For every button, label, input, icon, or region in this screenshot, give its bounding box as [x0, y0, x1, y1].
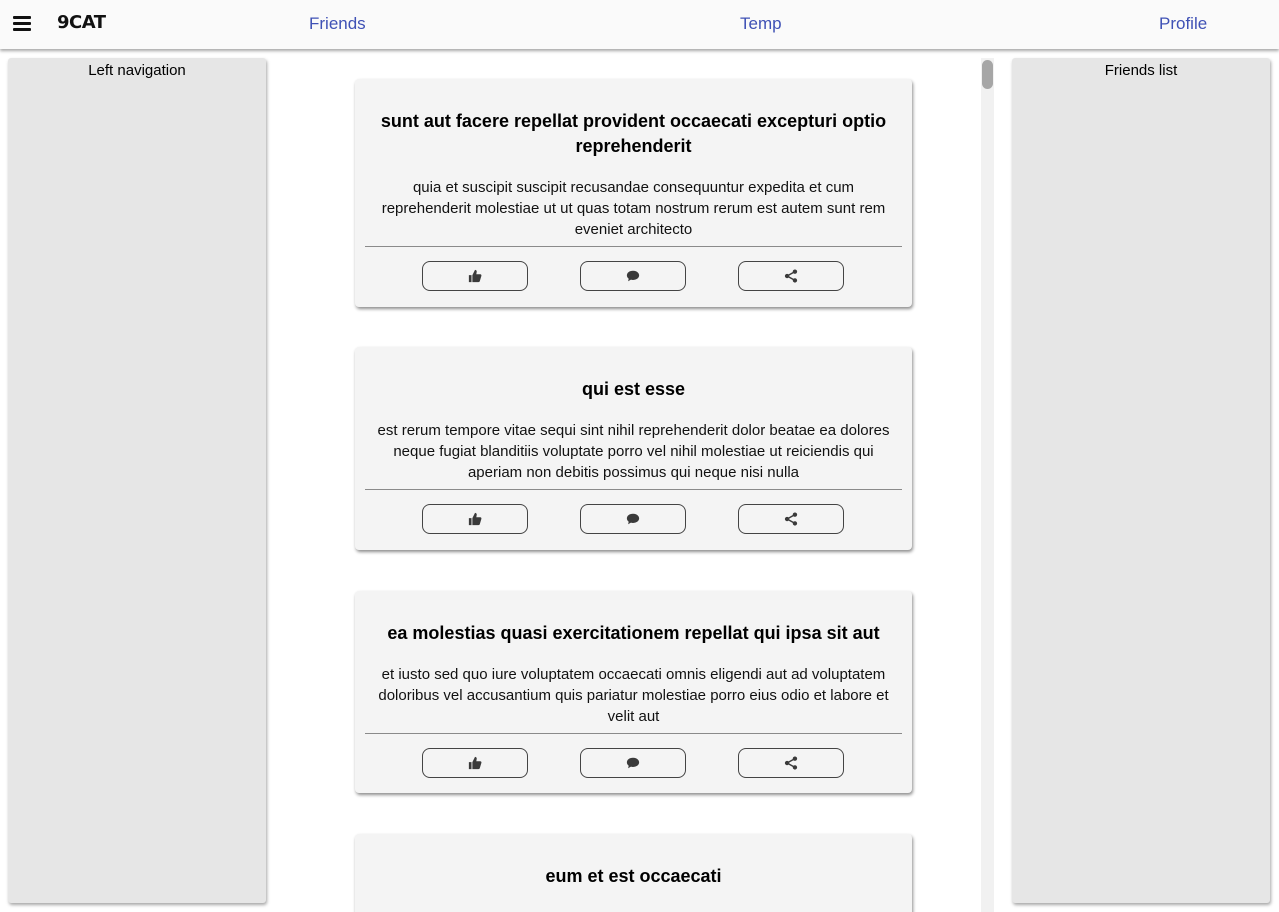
share-icon	[784, 269, 798, 283]
post-feed[interactable]: sunt aut facere repellat provident occae…	[272, 49, 994, 912]
thumbs-up-icon	[468, 512, 482, 526]
post-body: et iusto sed quo iure voluptatem occaeca…	[378, 666, 889, 725]
post-title: ea molestias quasi exercitationem repell…	[387, 623, 880, 643]
post-title: qui est esse	[581, 379, 686, 399]
like-button[interactable]	[422, 748, 528, 778]
comment-icon	[626, 513, 640, 525]
comment-button[interactable]	[580, 504, 686, 534]
like-button[interactable]	[422, 261, 528, 291]
nav-link-profile[interactable]: Profile	[1159, 14, 1207, 34]
left-navigation-title: Left navigation	[88, 62, 186, 79]
post-actions	[355, 490, 912, 547]
like-button[interactable]	[422, 504, 528, 534]
friends-list-title: Friends list	[1104, 62, 1178, 79]
comment-icon	[626, 270, 640, 282]
post-body: est rerum tempore vitae sequi sint nihil…	[377, 422, 890, 481]
post-card: sunt aut facere repellat provident occae…	[355, 79, 912, 307]
thumbs-up-icon	[468, 269, 482, 283]
share-button[interactable]	[738, 504, 844, 534]
feed-scrollbar-track[interactable]	[981, 58, 994, 912]
top-app-bar: 9CAT Friends Temp Profile	[0, 0, 1279, 49]
comment-button[interactable]	[580, 748, 686, 778]
share-button[interactable]	[738, 261, 844, 291]
share-icon	[784, 512, 798, 526]
post-actions	[355, 247, 912, 304]
friends-list-panel: Friends list	[1012, 58, 1270, 903]
left-navigation-panel: Left navigation	[8, 58, 266, 903]
post-title: sunt aut facere repellat provident occae…	[380, 111, 887, 156]
share-button[interactable]	[738, 748, 844, 778]
post-title: eum et est occaecati	[545, 866, 722, 886]
hamburger-menu-icon[interactable]	[13, 16, 31, 31]
post-body: quia et suscipit suscipit recusandae con…	[381, 179, 886, 238]
nav-link-friends[interactable]: Friends	[309, 14, 366, 34]
share-icon	[784, 756, 798, 770]
brand-logo[interactable]: 9CAT	[57, 12, 106, 33]
post-card: eum et est occaecati	[355, 834, 912, 912]
post-card: ea molestias quasi exercitationem repell…	[355, 591, 912, 793]
post-actions	[355, 734, 912, 791]
comment-button[interactable]	[580, 261, 686, 291]
comment-icon	[626, 757, 640, 769]
nav-link-temp[interactable]: Temp	[740, 14, 782, 34]
post-card: qui est esse est rerum tempore vitae seq…	[355, 347, 912, 550]
thumbs-up-icon	[468, 756, 482, 770]
feed-scrollbar-thumb[interactable]	[982, 60, 993, 89]
